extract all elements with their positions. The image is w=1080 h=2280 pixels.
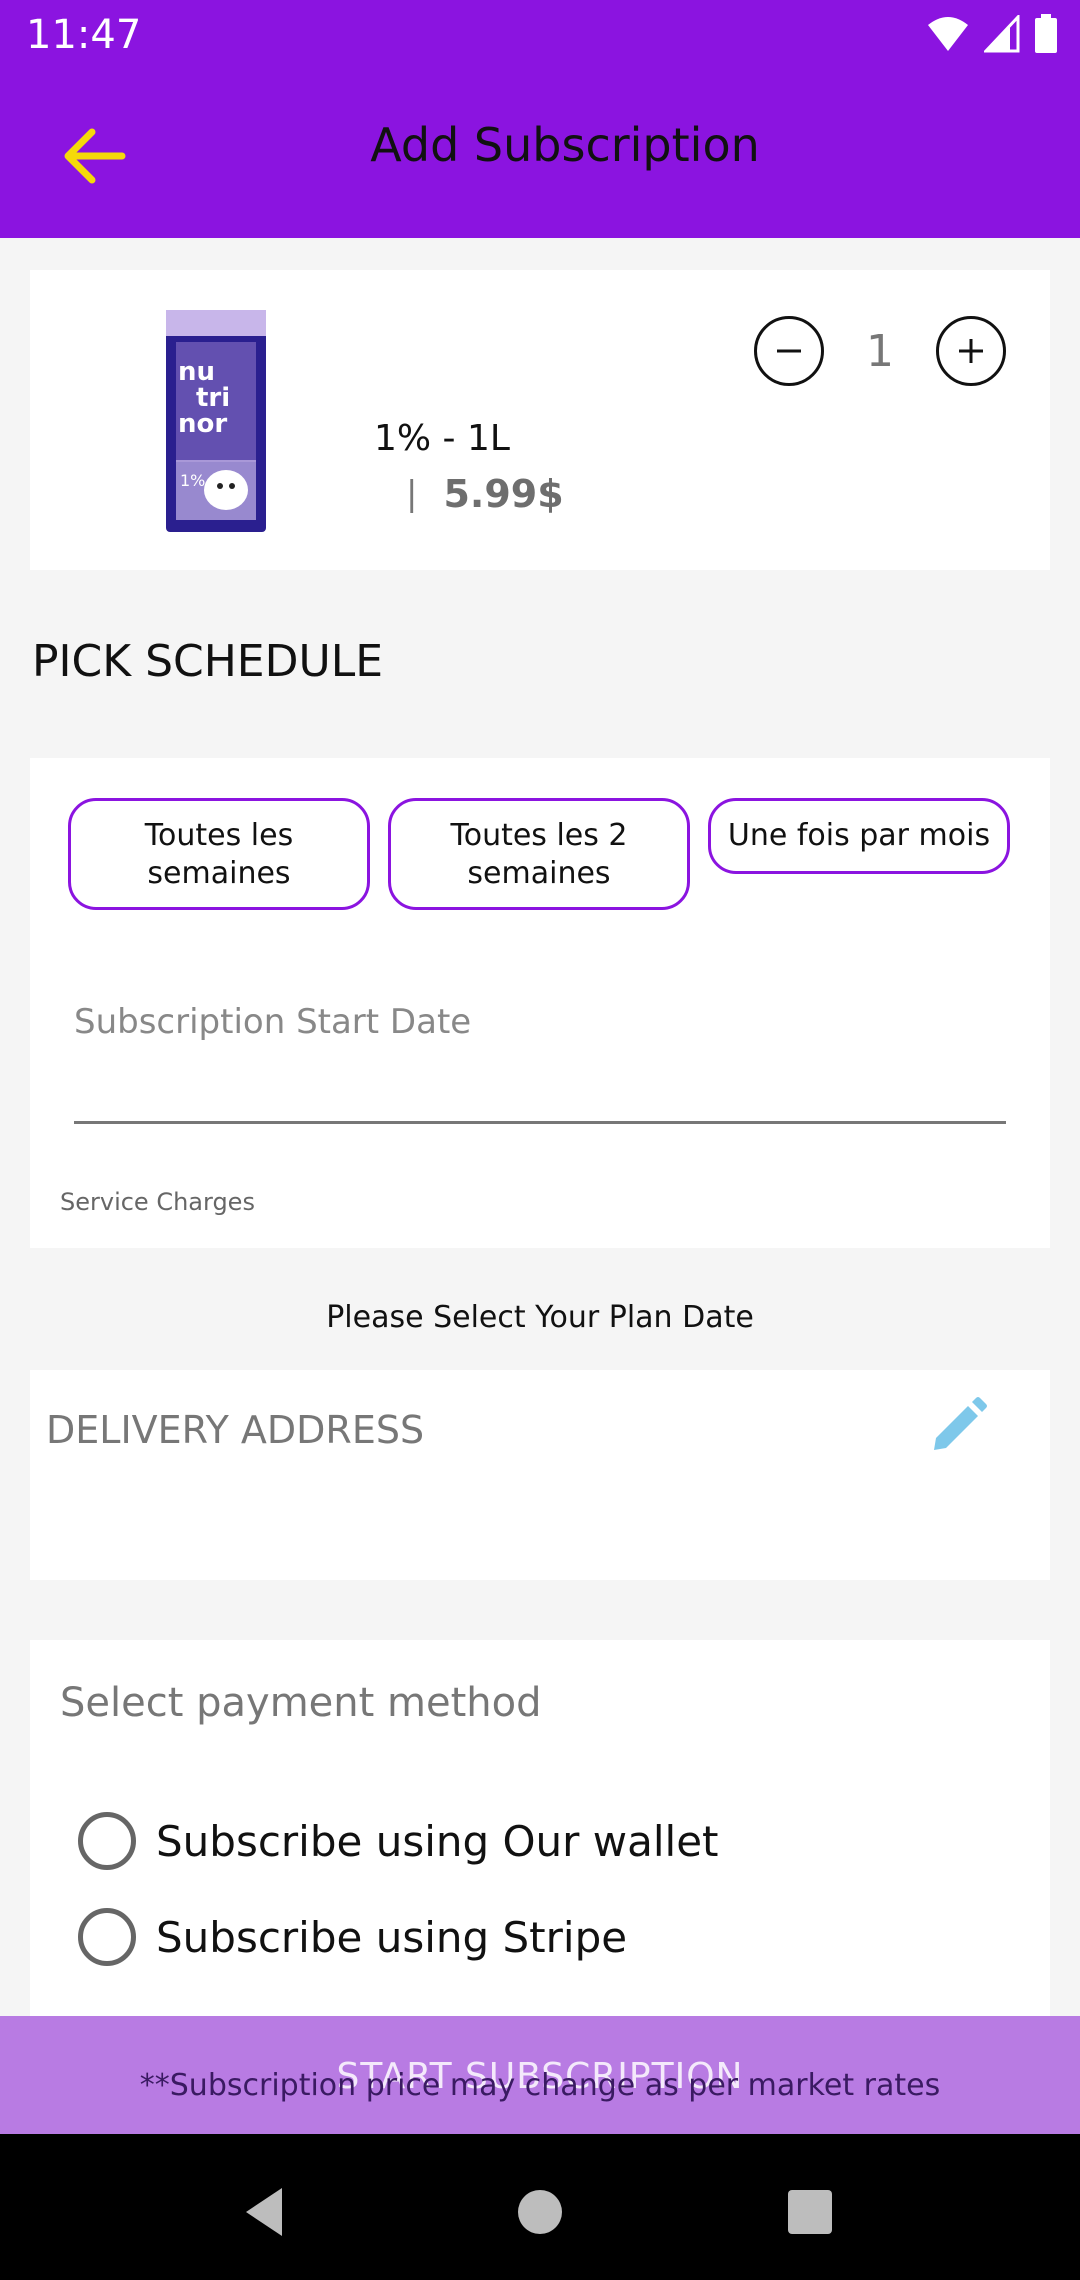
nav-back-icon[interactable] [236, 2182, 296, 2242]
svg-text:1%: 1% [180, 471, 205, 490]
schedule-option-weekly[interactable]: Toutes les semaines [68, 798, 370, 910]
payment-method-label: Select payment method [60, 1680, 542, 1726]
navigation-bar [0, 2134, 1080, 2280]
nav-home-icon[interactable] [510, 2182, 570, 2242]
payment-option-stripe[interactable]: Subscribe using Stripe [78, 1908, 627, 1966]
wifi-icon [928, 17, 968, 51]
start-date-field[interactable] [74, 1048, 1006, 1124]
product-card: nu tri nor 1% 1% - 1L | 5.99$ 1 [30, 270, 1050, 570]
quantity-stepper: 1 [754, 316, 1006, 386]
add-subscription-screen: 11:47 Add Subscription nu tri nor 1% 1% … [0, 0, 1080, 2280]
price-separator: | [406, 474, 418, 514]
product-name: 1% - 1L [374, 418, 510, 459]
increase-quantity-button[interactable] [936, 316, 1006, 386]
quantity-value: 1 [866, 325, 894, 377]
milk-carton-image: nu tri nor 1% [166, 310, 266, 532]
radio-button-wallet[interactable] [78, 1812, 136, 1870]
battery-icon [1035, 14, 1057, 53]
decrease-quantity-button[interactable] [754, 316, 824, 386]
status-time: 11:47 [26, 12, 142, 58]
system-icons [926, 14, 1058, 54]
edit-pencil-icon[interactable] [928, 1396, 988, 1456]
payment-option-wallet-label: Subscribe using Our wallet [156, 1816, 719, 1866]
schedule-card: Toutes les semaines Toutes les 2 semaine… [30, 758, 1050, 1248]
price-row: | 5.99$ [406, 472, 564, 516]
plus-icon [959, 339, 983, 363]
page-title: Add Subscription [370, 118, 760, 172]
radio-button-stripe[interactable] [78, 1908, 136, 1966]
start-subscription-button[interactable]: START SUBSCRIPTION **Subscription price … [0, 2016, 1080, 2134]
schedule-option-biweekly[interactable]: Toutes les 2 semaines [388, 798, 690, 910]
delivery-address-label: DELIVERY ADDRESS [46, 1408, 425, 1452]
payment-method-card: Select payment method Subscribe using Ou… [30, 1640, 1050, 2020]
app-bar: Add Subscription [0, 72, 1080, 238]
nav-recents-icon[interactable] [780, 2182, 840, 2242]
product-price: 5.99$ [443, 472, 564, 516]
start-date-label: Subscription Start Date [74, 1002, 472, 1042]
plan-date-note: Please Select Your Plan Date [326, 1300, 754, 1335]
pick-schedule-heading: PICK SCHEDULE [32, 636, 384, 687]
payment-option-stripe-label: Subscribe using Stripe [156, 1912, 628, 1962]
delivery-address-card[interactable]: DELIVERY ADDRESS [30, 1370, 1050, 1580]
svg-text:nor: nor [178, 409, 227, 439]
schedule-option-monthly[interactable]: Une fois par mois [708, 798, 1010, 874]
minus-icon [777, 349, 801, 353]
cell-signal-icon [984, 15, 1020, 53]
price-disclaimer: **Subscription price may change as per m… [139, 2068, 941, 2103]
payment-option-wallet[interactable]: Subscribe using Our wallet [78, 1812, 719, 1870]
service-charges-label: Service Charges [60, 1188, 255, 1216]
status-bar: 11:47 [0, 0, 1080, 72]
